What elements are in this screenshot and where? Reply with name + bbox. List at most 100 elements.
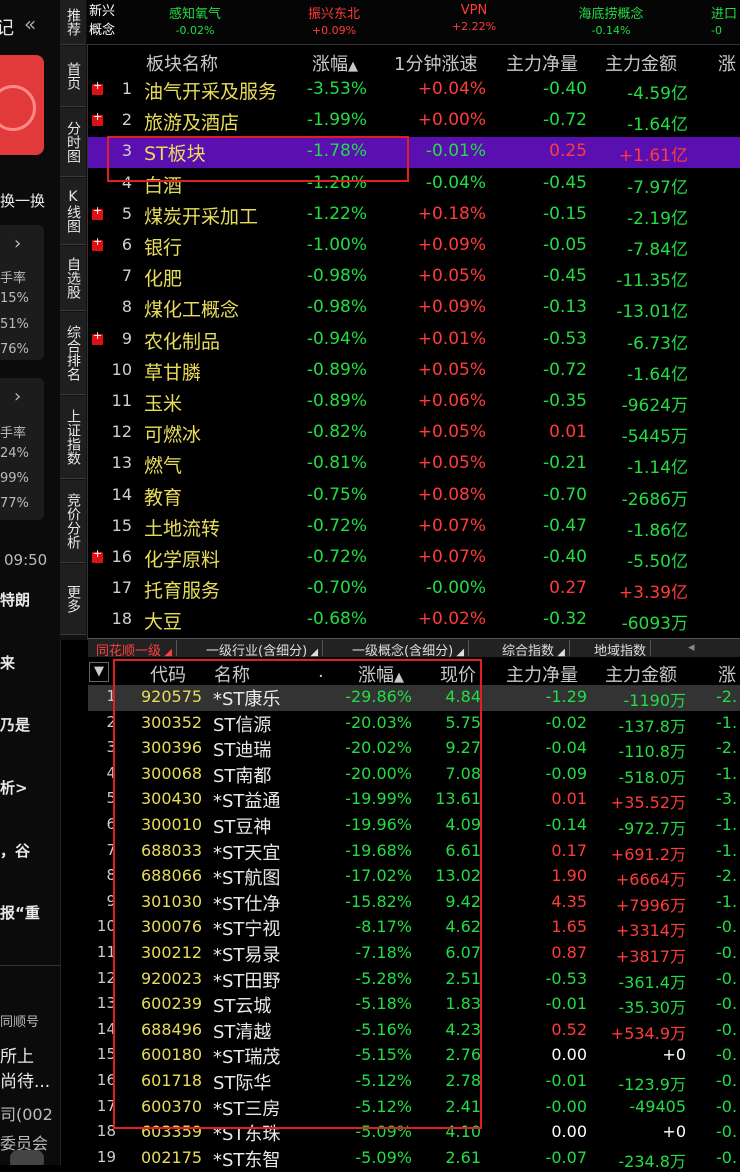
stock-code[interactable]: 601718 — [141, 1071, 202, 1090]
sector-row[interactable]: 18 大豆 -0.68% +0.02% -0.32 -6093万 — [88, 605, 740, 636]
stock-name[interactable]: *ST益通 — [213, 787, 280, 813]
stock-code[interactable]: 920575 — [141, 687, 202, 706]
tab-composite-index[interactable]: 综合指数 ◢ — [498, 640, 570, 659]
sector-row[interactable]: 12 可燃冰 -0.82% +0.05% 0.01 -5445万 — [88, 418, 740, 449]
stock-row[interactable]: 3 300396 ST迪瑞 -20.02% 9.27 -0.04 -110.8万 -2. — [88, 736, 740, 762]
stock-name[interactable]: ST迪瑞 — [213, 736, 271, 762]
stock-name[interactable]: *ST易录 — [213, 941, 280, 967]
tab-region-index[interactable]: 地域指数 — [590, 640, 652, 659]
sector-row[interactable]: 1 油气开采及服务 -3.53% +0.04% -0.40 -4.59亿 — [88, 75, 740, 106]
col-header-amount[interactable]: 主力金额 — [605, 50, 677, 76]
col-header-speed[interactable]: 1分钟涨速 — [394, 50, 477, 76]
stock-name[interactable]: *ST仕净 — [213, 890, 280, 916]
news-item-4[interactable]: 析> — [0, 777, 28, 798]
stock-name[interactable]: *ST宁视 — [213, 915, 280, 941]
col-header-code[interactable]: 代码 — [150, 661, 186, 687]
sector-row[interactable]: 8 煤化工概念 -0.98% +0.09% -0.13 -13.01亿 — [88, 293, 740, 324]
tab-concept[interactable]: 一级概念(含细分) ◢ — [348, 640, 470, 659]
side-tab-intraday[interactable]: 分时图 — [60, 108, 86, 177]
news-item-1[interactable]: 特朗 — [0, 589, 30, 610]
stock-name[interactable]: *ST瑞茂 — [213, 1043, 280, 1069]
scroll-left-icon[interactable]: ◂ — [684, 640, 699, 656]
news-item-5[interactable]: ，谷 — [0, 840, 30, 861]
sector-name[interactable]: 油气开采及服务 — [144, 77, 277, 104]
stock-row[interactable]: 5 300430 *ST益通 -19.99% 13.61 0.01 +35.52万 -3. — [88, 787, 740, 813]
sector-name[interactable]: 大豆 — [144, 607, 182, 634]
banner-image[interactable] — [0, 55, 44, 155]
stock-row[interactable]: 9 301030 *ST仕净 -15.82% 9.42 4.35 +7996万 -1. — [88, 890, 740, 916]
sector-name[interactable]: 土地流转 — [144, 514, 220, 541]
add-watch-icon[interactable] — [92, 79, 103, 95]
stock-code[interactable]: 920023 — [141, 969, 202, 988]
stock-row[interactable]: 8 688066 *ST航图 -17.02% 13.02 1.90 +6664万 -2. — [88, 864, 740, 890]
stock-name[interactable]: ST云城 — [213, 992, 271, 1018]
stock-code[interactable]: 603359 — [141, 1122, 202, 1141]
filter-icon[interactable]: ▼ — [89, 662, 109, 682]
side-tab-sh-index[interactable]: 上证指数 — [60, 396, 86, 479]
stock-code[interactable]: 600370 — [141, 1097, 202, 1116]
ticker-item[interactable]: 进口 -0 — [711, 3, 740, 37]
stock-name[interactable]: *ST天宜 — [213, 839, 280, 865]
stock-code[interactable]: 300010 — [141, 815, 202, 834]
col-header-sector-name[interactable]: 板块名称 — [146, 50, 218, 76]
stock-name[interactable]: *ST康乐 — [213, 685, 280, 711]
stock-code[interactable]: 600239 — [141, 994, 202, 1013]
stock-code[interactable]: 688066 — [141, 866, 202, 885]
sector-row[interactable]: 17 托育服务 -0.70% -0.00% 0.27 +3.39亿 — [88, 574, 740, 605]
sector-row[interactable]: 14 教育 -0.75% +0.08% -0.70 -2686万 — [88, 481, 740, 512]
add-watch-icon[interactable] — [92, 329, 103, 345]
col-header-amount[interactable]: 主力金额 — [605, 661, 677, 687]
stock-code[interactable]: 300212 — [141, 943, 202, 962]
stock-row[interactable]: 7 688033 *ST天宜 -19.68% 6.61 0.17 +691.2万 -1. — [88, 839, 740, 865]
tab-ths-level1[interactable]: 同花顺一级 ◢ — [92, 640, 177, 659]
stock-row[interactable]: 12 920023 *ST田野 -5.28% 2.51 -0.53 -361.4万 -0. — [88, 967, 740, 993]
sector-name[interactable]: 草甘膦 — [144, 358, 201, 385]
sector-name[interactable]: 农化制品 — [144, 327, 220, 354]
news-item-6[interactable]: 报“重 — [0, 902, 40, 923]
stock-name[interactable]: ST豆神 — [213, 813, 271, 839]
refresh-link[interactable]: 换一换 — [0, 190, 45, 211]
stock-row[interactable]: 10 300076 *ST宁视 -8.17% 4.62 1.65 +3314万 -0. — [88, 915, 740, 941]
stock-code[interactable]: 688033 — [141, 841, 202, 860]
sector-name[interactable]: 托育服务 — [144, 576, 220, 603]
col-header-extra[interactable]: 涨 — [718, 661, 736, 687]
chevron-double-left-icon[interactable]: « — [24, 12, 36, 36]
add-watch-icon[interactable] — [92, 110, 103, 127]
stock-row[interactable]: 1 920575 *ST康乐 -29.86% 4.84 -1.29 -1190万 -2. — [88, 685, 740, 711]
stock-code[interactable]: 300068 — [141, 764, 202, 783]
sector-name[interactable]: 银行 — [144, 233, 182, 260]
stock-name[interactable]: ST信源 — [213, 711, 271, 737]
sector-row[interactable]: 15 土地流转 -0.72% +0.07% -0.47 -1.86亿 — [88, 512, 740, 543]
stock-row[interactable]: 4 300068 ST南都 -20.00% 7.08 -0.09 -518.0万 -1. — [88, 762, 740, 788]
stock-row[interactable]: 2 300352 ST信源 -20.03% 5.75 -0.02 -137.8万 -1. — [88, 711, 740, 737]
chevron-right-icon[interactable]: › — [14, 386, 21, 407]
stock-name[interactable]: *ST三房 — [213, 1095, 280, 1121]
stock-row[interactable]: 19 002175 *ST东智 -5.09% 2.61 -0.07 -234.8万 -0. — [88, 1146, 740, 1172]
sector-name[interactable]: 化学原料 — [144, 545, 220, 572]
sector-row[interactable]: 11 玉米 -0.89% +0.06% -0.35 -9624万 — [88, 387, 740, 418]
news-item-2[interactable]: 来 — [0, 652, 15, 673]
side-tab-home[interactable]: 首页 — [60, 46, 86, 107]
add-watch-icon[interactable] — [92, 547, 103, 563]
stock-code[interactable]: 301030 — [141, 892, 202, 911]
footer-line-2[interactable]: 所上 — [0, 1042, 34, 1067]
stock-name[interactable]: ST南都 — [213, 762, 271, 788]
stock-name[interactable]: *ST东智 — [213, 1146, 280, 1172]
ticker-item-new-concept[interactable]: 新兴概念 — [89, 2, 127, 40]
sector-name[interactable]: 教育 — [144, 483, 182, 510]
ticker-item[interactable]: VPN +2.22% — [432, 3, 516, 33]
sector-name[interactable]: 煤化工概念 — [144, 295, 239, 322]
col-header-change[interactable]: 涨幅▲ — [358, 661, 404, 687]
stock-code[interactable]: 300430 — [141, 789, 202, 808]
ticker-item[interactable]: 感知氧气 -0.02% — [153, 3, 237, 37]
stock-name[interactable]: *ST东珠 — [213, 1120, 280, 1146]
stock-name[interactable]: ST际华 — [213, 1069, 271, 1095]
col-header-dot[interactable]: . — [318, 661, 324, 682]
stock-name[interactable]: *ST航图 — [213, 864, 280, 890]
sector-name[interactable]: 燃气 — [144, 451, 182, 478]
chevron-right-icon[interactable]: › — [14, 233, 21, 254]
stock-code[interactable]: 002175 — [141, 1148, 202, 1167]
col-header-price[interactable]: 现价 — [440, 661, 476, 687]
side-tab-watchlist[interactable]: 自选股 — [60, 246, 86, 311]
stock-row[interactable]: 14 688496 ST清越 -5.16% 4.23 0.52 +534.9万 -0. — [88, 1018, 740, 1044]
